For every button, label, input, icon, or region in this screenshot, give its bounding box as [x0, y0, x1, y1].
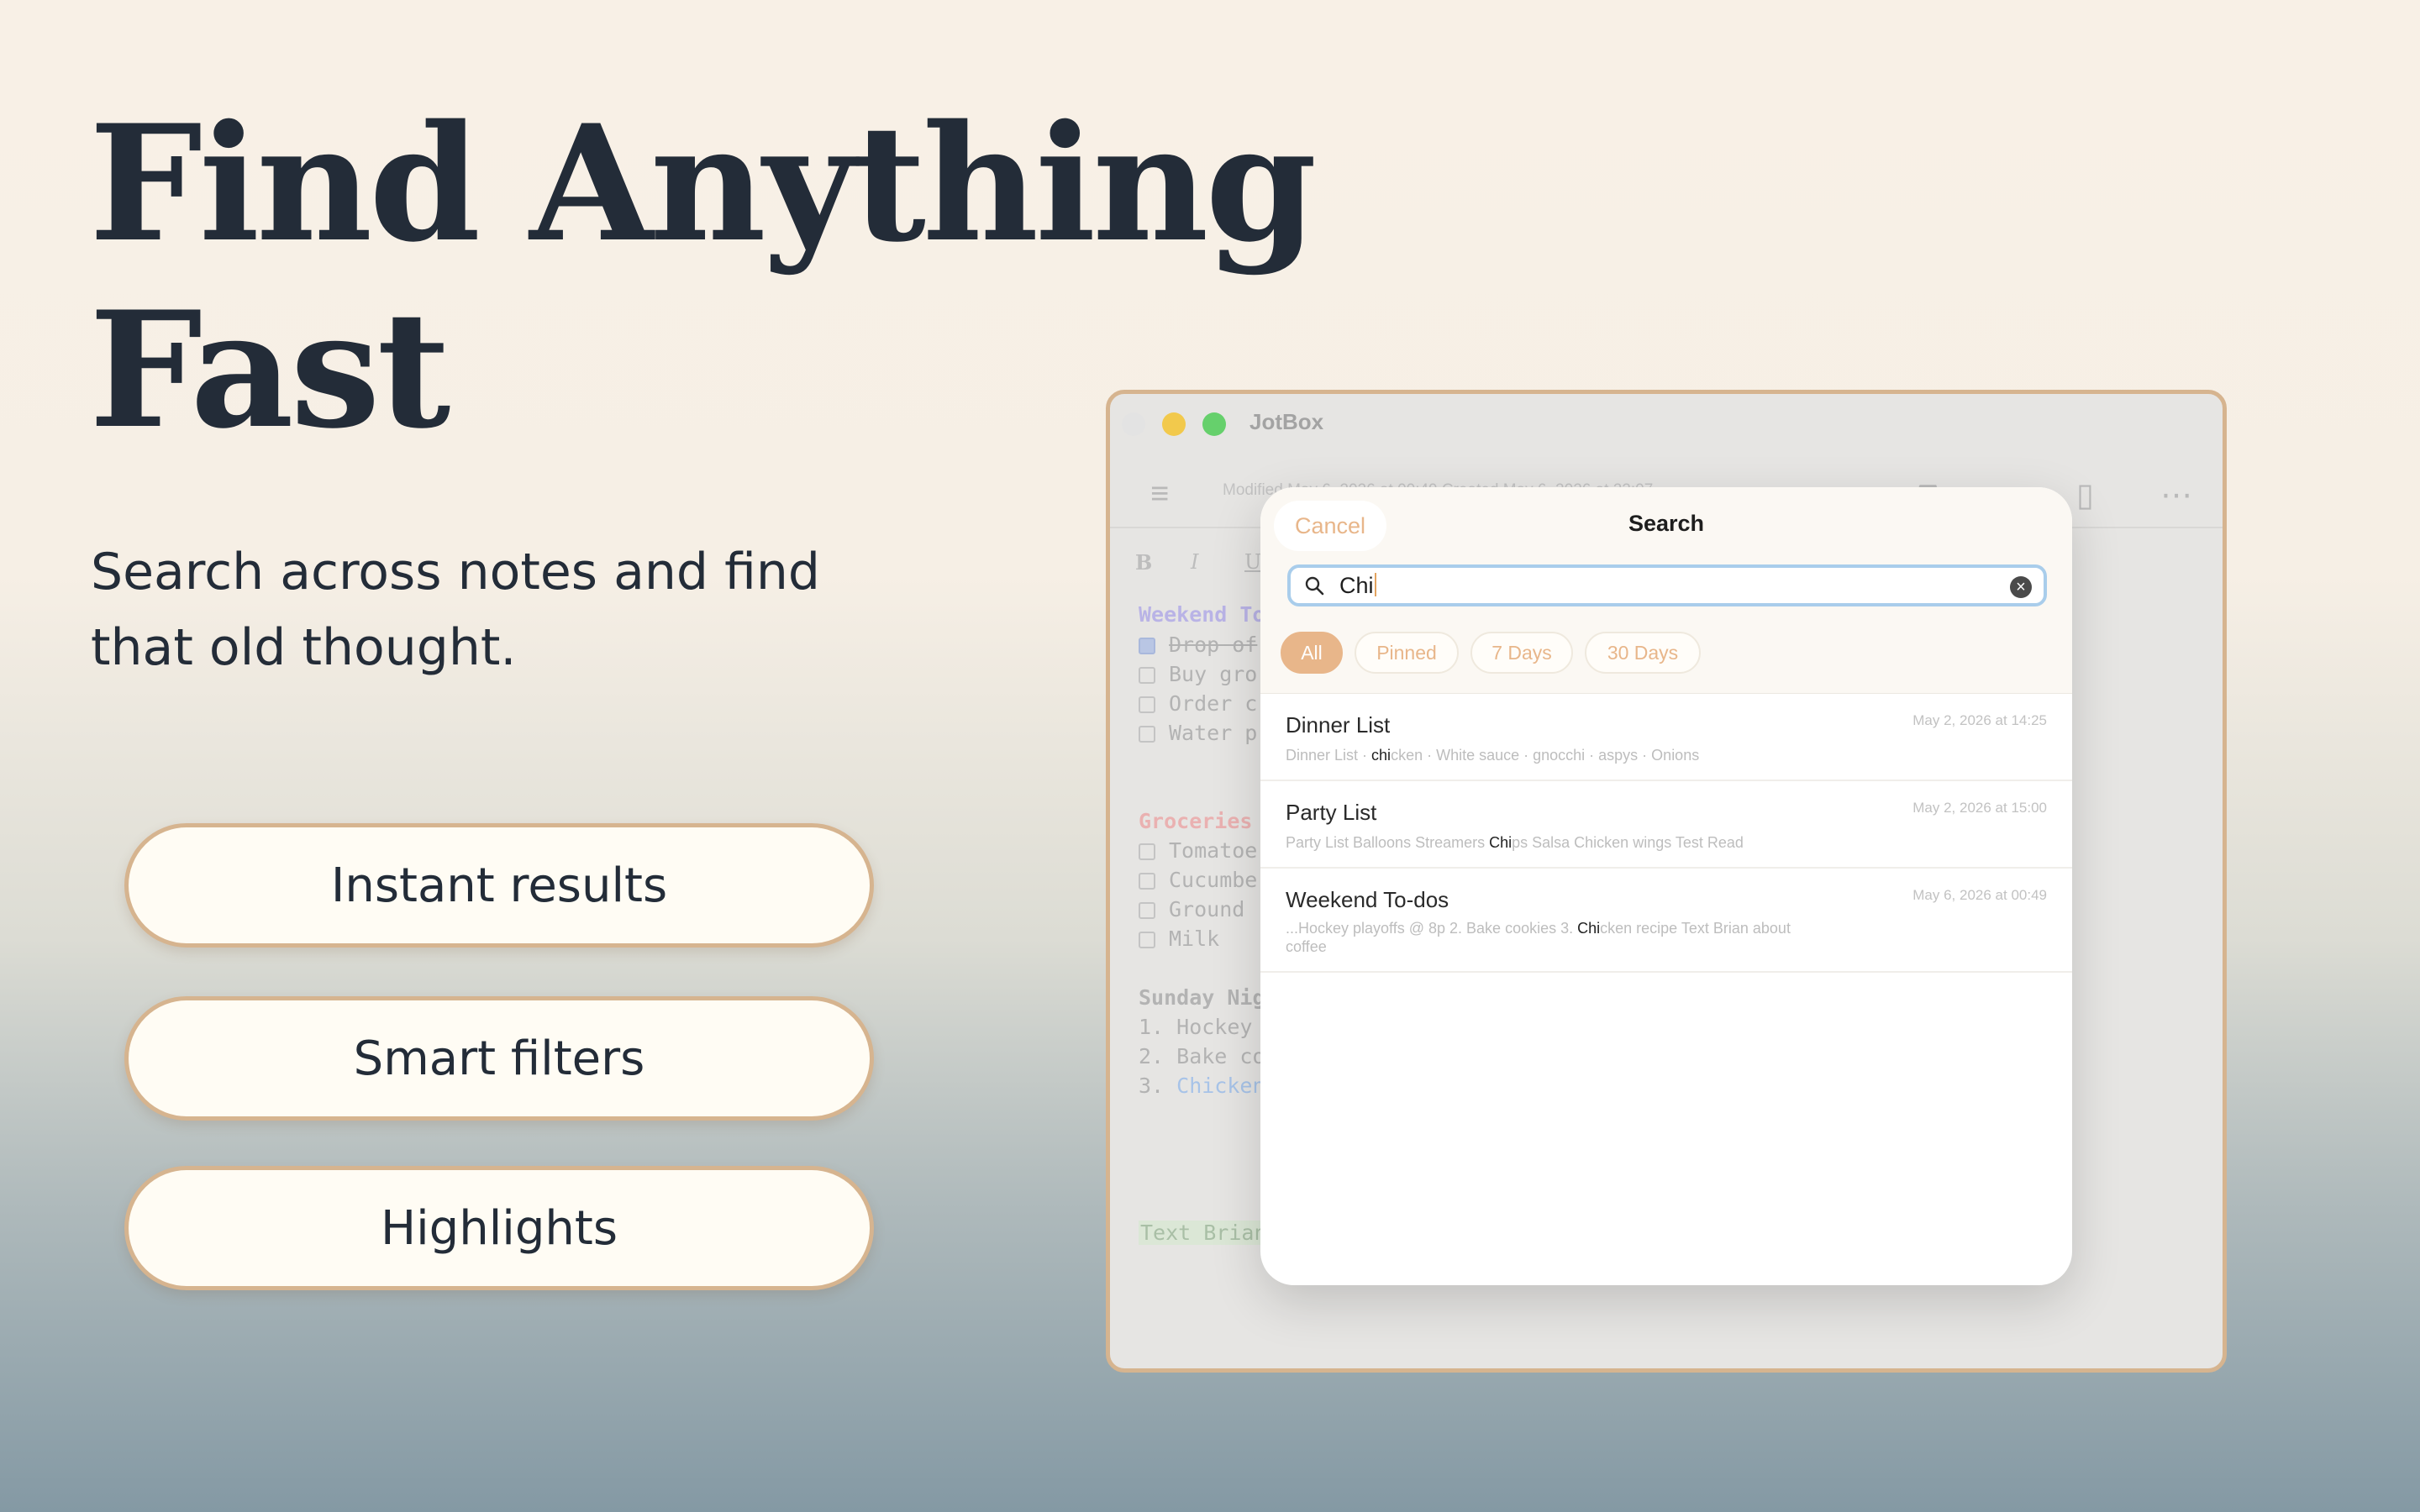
checklist-item[interactable]: Tomatoe — [1139, 838, 1257, 863]
result-date: May 2, 2026 at 15:00 — [1912, 800, 2047, 816]
note-heading-sunday: Sunday Nig — [1139, 985, 1265, 1010]
bold-button[interactable]: B — [1135, 550, 1152, 575]
search-header: Cancel Search Chi × All Pinned 7 Days 30… — [1260, 487, 2072, 694]
underline-button[interactable]: U — [1244, 550, 1261, 574]
note-heading-weekend: Weekend To — [1139, 602, 1265, 627]
checkbox[interactable] — [1139, 932, 1155, 948]
minimize-window-button[interactable] — [1162, 412, 1186, 436]
checklist-item[interactable]: Ground — [1139, 897, 1244, 921]
subheadline-line-2: that old thought. — [91, 618, 517, 677]
filter-chip-30-days[interactable]: 30 Days — [1585, 632, 1701, 674]
numbered-item: 2. Bake co — [1139, 1044, 1265, 1068]
match-highlight: Chi — [1489, 834, 1512, 851]
checkbox[interactable] — [1139, 902, 1155, 919]
search-result-weekend-to-dos[interactable]: Weekend To-dos May 6, 2026 at 00:49 ...H… — [1260, 870, 2072, 973]
result-snippet: Party List Balloons Streamers Chips Sals… — [1286, 834, 1744, 851]
checklist-item[interactable]: Order c — [1139, 691, 1257, 716]
clear-search-icon[interactable]: × — [2010, 576, 2032, 598]
trash-icon[interactable]: ▯ — [2076, 476, 2094, 514]
numbered-item: 1. Hockey — [1139, 1015, 1253, 1039]
checklist-item[interactable]: Cucumbe — [1139, 868, 1257, 892]
search-title: Search — [1628, 511, 1705, 536]
result-title: Weekend To-dos — [1286, 887, 1449, 912]
checkbox[interactable] — [1139, 873, 1155, 890]
search-sheet: Cancel Search Chi × All Pinned 7 Days 30… — [1260, 487, 2072, 1285]
checklist-item[interactable]: Buy gro — [1139, 662, 1257, 686]
sidebar-menu-icon[interactable]: ≡ — [1150, 476, 1169, 512]
italic-button[interactable]: I — [1191, 550, 1198, 574]
headline-line-1: Find Anything — [89, 90, 1317, 277]
result-title: Party List — [1286, 800, 1377, 825]
checkbox-checked[interactable] — [1139, 638, 1155, 654]
feature-pill-highlights: Highlights — [124, 1166, 874, 1290]
result-title: Dinner List — [1286, 712, 1391, 738]
numbered-item: 3. Chicken — [1139, 1074, 1265, 1098]
search-result-dinner-list[interactable]: Dinner List May 2, 2026 at 14:25 Dinner … — [1260, 696, 2072, 781]
result-date: May 2, 2026 at 14:25 — [1912, 712, 2047, 728]
filter-chip-7-days[interactable]: 7 Days — [1470, 632, 1573, 674]
filter-chip-all[interactable]: All — [1281, 632, 1343, 674]
filter-chip-pinned[interactable]: Pinned — [1355, 632, 1459, 674]
close-window-button[interactable] — [1122, 412, 1145, 436]
search-query: Chi — [1339, 573, 1376, 599]
app-title: JotBox — [1249, 409, 1324, 434]
feature-pill-instant-results: Instant results — [124, 823, 874, 948]
subheadline: Search across notes and find that old th… — [91, 534, 897, 685]
checklist-item[interactable]: Water p — [1139, 721, 1257, 745]
match-highlight: chi — [1371, 747, 1392, 764]
result-snippet: ...Hockey playoffs @ 8p 2. Bake cookies … — [1286, 920, 1791, 955]
result-date: May 6, 2026 at 00:49 — [1912, 887, 2047, 903]
note-highlighted-line: Text Brian — [1139, 1221, 1269, 1245]
checkbox[interactable] — [1139, 726, 1155, 743]
search-input[interactable]: Chi × — [1287, 564, 2047, 606]
more-icon[interactable]: ⋯ — [2160, 476, 2192, 514]
checkbox[interactable] — [1139, 667, 1155, 684]
match-highlight: Chi — [1577, 920, 1601, 937]
result-snippet: Dinner List · chicken · White sauce · gn… — [1286, 747, 1700, 764]
search-icon — [1305, 576, 1324, 596]
title-bar: JotBox — [1110, 394, 2223, 453]
checklist-item[interactable]: Drop of — [1139, 633, 1257, 657]
checkbox[interactable] — [1139, 843, 1155, 860]
zoom-window-button[interactable] — [1202, 412, 1226, 436]
checklist-item[interactable]: Milk — [1139, 927, 1219, 951]
feature-pill-smart-filters: Smart filters — [124, 996, 874, 1121]
note-heading-groceries: Groceries — [1139, 809, 1253, 833]
search-result-party-list[interactable]: Party List May 2, 2026 at 15:00 Party Li… — [1260, 783, 2072, 869]
subheadline-line-1: Search across notes and find — [91, 543, 820, 601]
checkbox[interactable] — [1139, 696, 1155, 713]
